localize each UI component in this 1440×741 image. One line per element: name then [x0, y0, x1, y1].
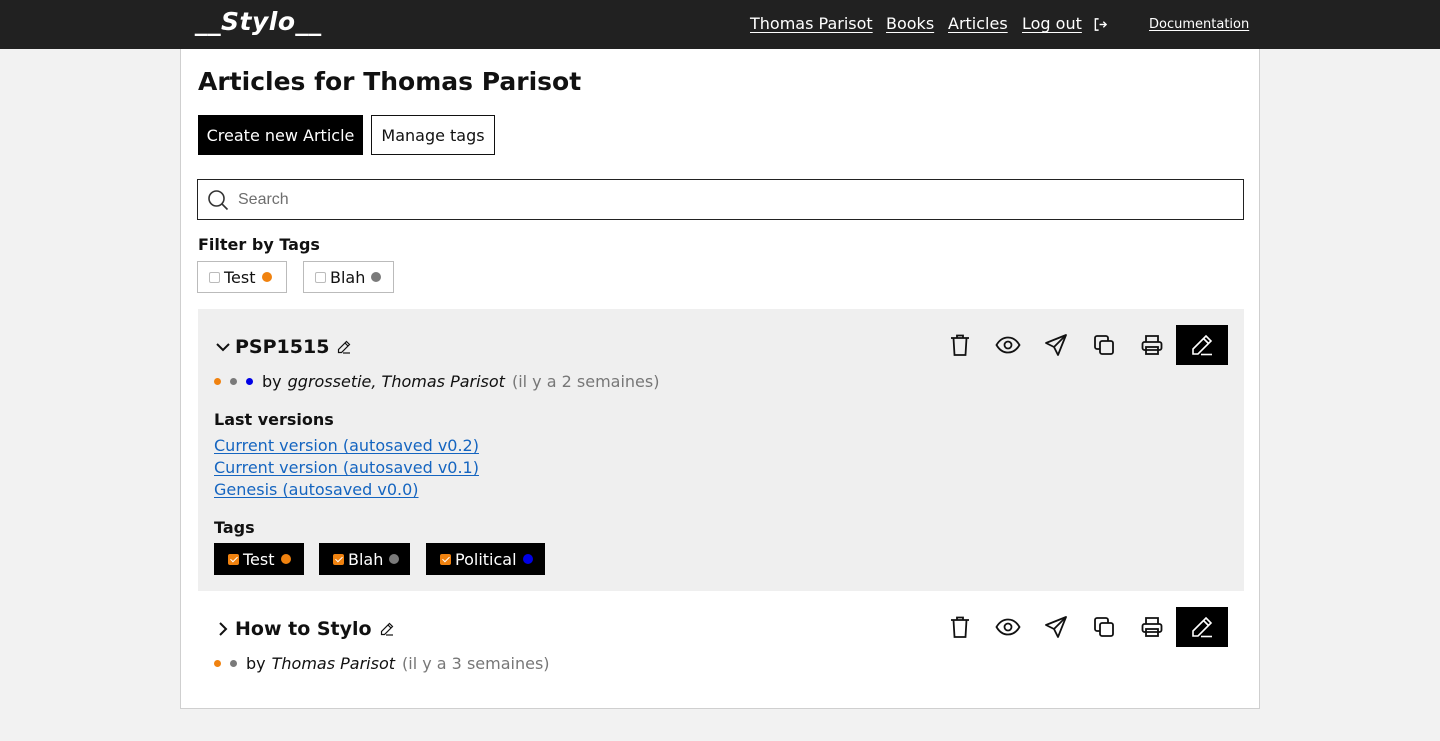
printer-icon	[1141, 335, 1163, 355]
checkbox-checked[interactable]	[228, 553, 239, 565]
search-icon	[208, 190, 229, 211]
tag-color-dot	[230, 660, 237, 667]
chevron-down-icon[interactable]	[214, 338, 232, 356]
tag-color-dot	[261, 272, 272, 282]
nav-logout[interactable]: Log out	[1022, 14, 1108, 33]
eye-icon	[995, 336, 1021, 354]
edit-button[interactable]	[1176, 325, 1228, 365]
article-byline: by Thomas Parisot (il y a 3 semaines)	[214, 654, 550, 673]
version-link[interactable]: Current version (autosaved v0.1)	[214, 458, 479, 477]
rename-pencil-icon[interactable]	[380, 622, 394, 636]
versions-label: Last versions	[214, 410, 334, 429]
checkbox-checked[interactable]	[440, 553, 451, 565]
main-panel: Articles for Thomas Parisot Create new A…	[180, 49, 1260, 709]
tag-color-dot	[371, 272, 382, 282]
edit-button[interactable]	[1176, 607, 1228, 647]
article-header: PSP1515	[214, 336, 351, 358]
tag-color-dot	[280, 554, 291, 564]
tag-color-dot	[230, 378, 237, 385]
filter-tag-label: Blah	[330, 267, 366, 287]
tag-color-dot	[246, 378, 253, 385]
send-icon	[1045, 616, 1067, 638]
create-article-button[interactable]: Create new Article	[198, 115, 363, 155]
nav-user[interactable]: Thomas Parisot	[750, 14, 873, 33]
printer-icon	[1141, 617, 1163, 637]
article-tag-test[interactable]: Test	[214, 543, 304, 575]
copy-icon	[1094, 617, 1114, 637]
trash-icon	[951, 616, 969, 638]
share-button[interactable]	[1032, 607, 1080, 647]
article-date: (il y a 2 semaines)	[511, 372, 660, 391]
by-label: by	[262, 372, 282, 391]
delete-button[interactable]	[936, 607, 984, 647]
article-date: (il y a 3 semaines)	[402, 654, 550, 673]
version-link[interactable]: Genesis (autosaved v0.0)	[214, 480, 419, 499]
article-actions	[936, 607, 1228, 647]
tag-color-dot	[389, 554, 400, 564]
copy-icon	[1094, 335, 1114, 355]
checkbox-checked[interactable]	[333, 553, 344, 565]
tag-color-dot	[214, 378, 221, 385]
duplicate-button[interactable]	[1080, 607, 1128, 647]
tag-color-dot	[522, 554, 533, 564]
duplicate-button[interactable]	[1080, 325, 1128, 365]
search-box[interactable]	[197, 179, 1244, 220]
article-header: How to Stylo	[214, 618, 394, 640]
delete-button[interactable]	[936, 325, 984, 365]
nav-books[interactable]: Books	[886, 14, 934, 33]
preview-button[interactable]	[984, 607, 1032, 647]
article-item: How to Stylo by Thomas Parisot (il y a 3…	[198, 591, 1244, 691]
share-button[interactable]	[1032, 325, 1080, 365]
send-icon	[1045, 334, 1067, 356]
chevron-right-icon[interactable]	[214, 620, 232, 638]
checkbox[interactable]	[209, 271, 220, 283]
top-navbar: __Stylo__ Thomas Parisot Books Articles …	[0, 0, 1440, 49]
article-authors: Thomas Parisot	[271, 654, 396, 673]
filter-tag-blah[interactable]: Blah	[303, 261, 394, 293]
filter-tag-test[interactable]: Test	[197, 261, 287, 293]
pencil-icon	[1192, 334, 1213, 356]
article-title[interactable]: How to Stylo	[235, 618, 372, 640]
article-tag-blah[interactable]: Blah	[319, 543, 410, 575]
tag-label: Test	[243, 549, 275, 569]
article-tag-political[interactable]: Political	[426, 543, 545, 575]
nav-logout-label[interactable]: Log out	[1022, 14, 1082, 33]
filter-tag-label: Test	[224, 267, 256, 287]
article-item: PSP1515 by ggrossetie, Thomas Parisot (i…	[198, 309, 1244, 591]
tag-label: Blah	[348, 549, 384, 569]
manage-tags-button[interactable]: Manage tags	[371, 115, 495, 155]
nav-documentation[interactable]: Documentation	[1149, 17, 1249, 32]
tag-color-dot	[214, 660, 221, 667]
print-button[interactable]	[1128, 607, 1176, 647]
filter-title: Filter by Tags	[198, 235, 320, 254]
version-link[interactable]: Current version (autosaved v0.2)	[214, 436, 479, 455]
checkbox[interactable]	[315, 271, 326, 283]
logout-icon	[1094, 18, 1108, 31]
article-authors: ggrossetie, Thomas Parisot	[287, 372, 505, 391]
eye-icon	[995, 618, 1021, 636]
print-button[interactable]	[1128, 325, 1176, 365]
rename-pencil-icon[interactable]	[337, 340, 351, 354]
tag-label: Political	[455, 549, 517, 569]
nav-articles[interactable]: Articles	[948, 14, 1008, 33]
article-title[interactable]: PSP1515	[235, 336, 329, 358]
trash-icon	[951, 334, 969, 356]
tags-label: Tags	[214, 518, 255, 537]
pencil-icon	[1192, 616, 1213, 638]
preview-button[interactable]	[984, 325, 1032, 365]
search-input[interactable]	[238, 188, 1228, 211]
by-label: by	[246, 654, 266, 673]
page-title: Articles for Thomas Parisot	[198, 67, 582, 96]
app-logo[interactable]: __Stylo__	[195, 7, 322, 36]
article-byline: by ggrossetie, Thomas Parisot (il y a 2 …	[214, 372, 659, 391]
article-actions	[936, 325, 1228, 365]
